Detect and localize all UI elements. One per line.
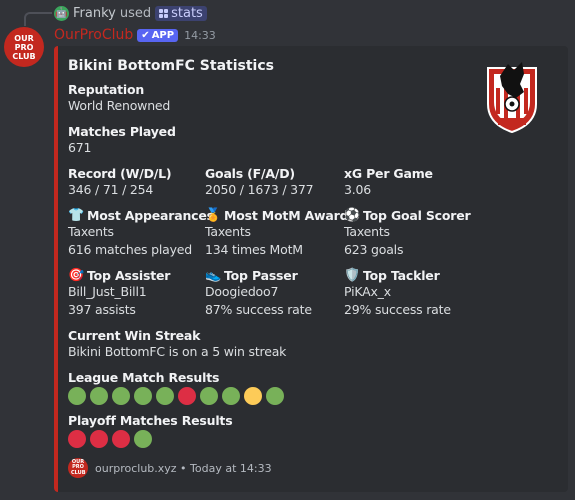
result-loss-icon <box>90 430 108 448</box>
result-win-icon <box>68 387 86 405</box>
result-win-icon <box>156 387 174 405</box>
reputation-field: Reputation World Renowned <box>68 82 170 115</box>
result-win-icon <box>222 387 240 405</box>
result-draw-icon <box>244 387 262 405</box>
result-win-icon <box>112 387 130 405</box>
user-avatar-icon[interactable]: 🤖 <box>54 5 69 21</box>
league-results-field: League Match Results <box>68 370 219 385</box>
record-field: Record (W/D/L) 346 / 71 / 254 <box>68 166 172 199</box>
most-motm-player: Taxents <box>205 224 251 239</box>
footer-logo-text: OUR PRO CLUB <box>71 458 86 476</box>
top-passer-player: Doogiedoo7 <box>205 284 279 299</box>
top-tackler-label: Top Tackler <box>363 268 440 283</box>
result-win-icon <box>90 387 108 405</box>
top-tackler-detail: 29% success rate <box>344 302 451 317</box>
most-motm-field: 🏅 Most MotM Awards Taxents 134 times MotM <box>205 208 356 259</box>
reply-connector <box>24 12 52 26</box>
most-appearances-player: Taxents <box>68 224 114 239</box>
top-scorer-player: Taxents <box>344 224 390 239</box>
football-icon: ⚽ <box>344 208 360 223</box>
goals-label: Goals (F/A/D) <box>205 166 295 181</box>
reply-username[interactable]: Franky <box>73 6 116 21</box>
top-passer-field: 👟 Top Passer Doogiedoo7 87% success rate <box>205 268 312 319</box>
record-label: Record (W/D/L) <box>68 166 172 181</box>
win-streak-field: Current Win Streak Bikini BottomFC is on… <box>68 328 286 361</box>
medal-icon: 🏅 <box>205 208 221 223</box>
top-assister-field: 🎯 Top Assister Bill_Just_Bill1 397 assist… <box>68 268 170 319</box>
result-loss-icon <box>112 430 130 448</box>
matches-played-label: Matches Played <box>68 124 176 139</box>
xg-field: xG Per Game 3.06 <box>344 166 433 199</box>
app-badge-label: APP <box>151 29 175 41</box>
result-win-icon <box>134 387 152 405</box>
message-header: OurProClub ✔ APP 14:33 <box>54 26 216 44</box>
bot-avatar[interactable]: OUR PRO CLUB <box>4 27 44 67</box>
most-motm-label: Most MotM Awards <box>224 208 356 223</box>
reply-verb: used <box>119 5 152 21</box>
xg-value: 3.06 <box>344 182 372 197</box>
xg-label: xG Per Game <box>344 166 433 181</box>
win-streak-label: Current Win Streak <box>68 328 201 343</box>
result-win-icon <box>134 430 152 448</box>
top-assister-label: Top Assister <box>87 268 171 283</box>
playoff-results-dots <box>68 430 152 448</box>
app-badge: ✔ APP <box>137 28 179 42</box>
playoff-results-field: Playoff Matches Results <box>68 413 233 428</box>
top-tackler-field: 🛡️ Top Tackler PiKAx_x 29% success rate <box>344 268 451 319</box>
shield-icon: 🛡️ <box>344 268 360 283</box>
league-results-dots <box>68 387 284 405</box>
playoff-results-label: Playoff Matches Results <box>68 413 233 428</box>
matches-played-field: Matches Played 671 <box>68 124 176 157</box>
club-crest-icon[interactable] <box>484 58 540 134</box>
result-loss-icon <box>68 430 86 448</box>
goals-value: 2050 / 1673 / 377 <box>205 182 314 197</box>
check-icon: ✔ <box>141 29 150 41</box>
footer-text: ourproclub.xyz • Today at 14:33 <box>95 461 272 475</box>
top-scorer-label: Top Goal Scorer <box>363 208 471 223</box>
top-scorer-detail: 623 goals <box>344 242 404 257</box>
top-assister-detail: 397 assists <box>68 302 136 317</box>
most-appearances-label: Most Appearances <box>87 208 214 223</box>
win-streak-value: Bikini BottomFC is on a 5 win streak <box>68 344 287 359</box>
record-value: 346 / 71 / 254 <box>68 182 154 197</box>
message-timestamp[interactable]: 14:33 <box>184 29 216 42</box>
most-appearances-field: 👕 Most Appearances Taxents 616 matches pl… <box>68 208 214 259</box>
stats-embed: Bikini BottomFC Statistics Reputation Wo… <box>54 46 568 492</box>
top-passer-label: Top Passer <box>224 268 298 283</box>
top-scorer-field: ⚽ Top Goal Scorer Taxents 623 goals <box>344 208 471 259</box>
slash-command[interactable]: stats <box>155 5 207 21</box>
top-passer-detail: 87% success rate <box>205 302 312 317</box>
avatar-text: OUR PRO CLUB <box>12 33 36 61</box>
top-assister-player: Bill_Just_Bill1 <box>68 284 147 299</box>
most-motm-detail: 134 times MotM <box>205 242 303 257</box>
embed-footer: OUR PRO CLUB ourproclub.xyz • Today at 1… <box>68 458 272 478</box>
matches-played-value: 671 <box>68 140 92 155</box>
most-appearances-detail: 616 matches played <box>68 242 193 257</box>
goals-field: Goals (F/A/D) 2050 / 1673 / 377 <box>205 166 314 199</box>
result-win-icon <box>266 387 284 405</box>
reputation-label: Reputation <box>68 82 145 97</box>
reputation-value: World Renowned <box>68 98 171 113</box>
shirt-icon: 👕 <box>68 208 84 223</box>
reply-context[interactable]: 🤖 Franky used stats <box>54 4 207 22</box>
boot-icon: 👟 <box>205 268 221 283</box>
target-icon: 🎯 <box>68 268 84 283</box>
league-results-label: League Match Results <box>68 370 220 385</box>
app-command-icon <box>159 8 169 18</box>
embed-title: Bikini BottomFC Statistics <box>68 58 274 74</box>
bot-username[interactable]: OurProClub <box>54 27 133 43</box>
footer-logo-icon: OUR PRO CLUB <box>68 458 88 478</box>
top-tackler-player: PiKAx_x <box>344 284 391 299</box>
result-loss-icon <box>178 387 196 405</box>
result-win-icon <box>200 387 218 405</box>
command-name: stats <box>171 5 203 21</box>
